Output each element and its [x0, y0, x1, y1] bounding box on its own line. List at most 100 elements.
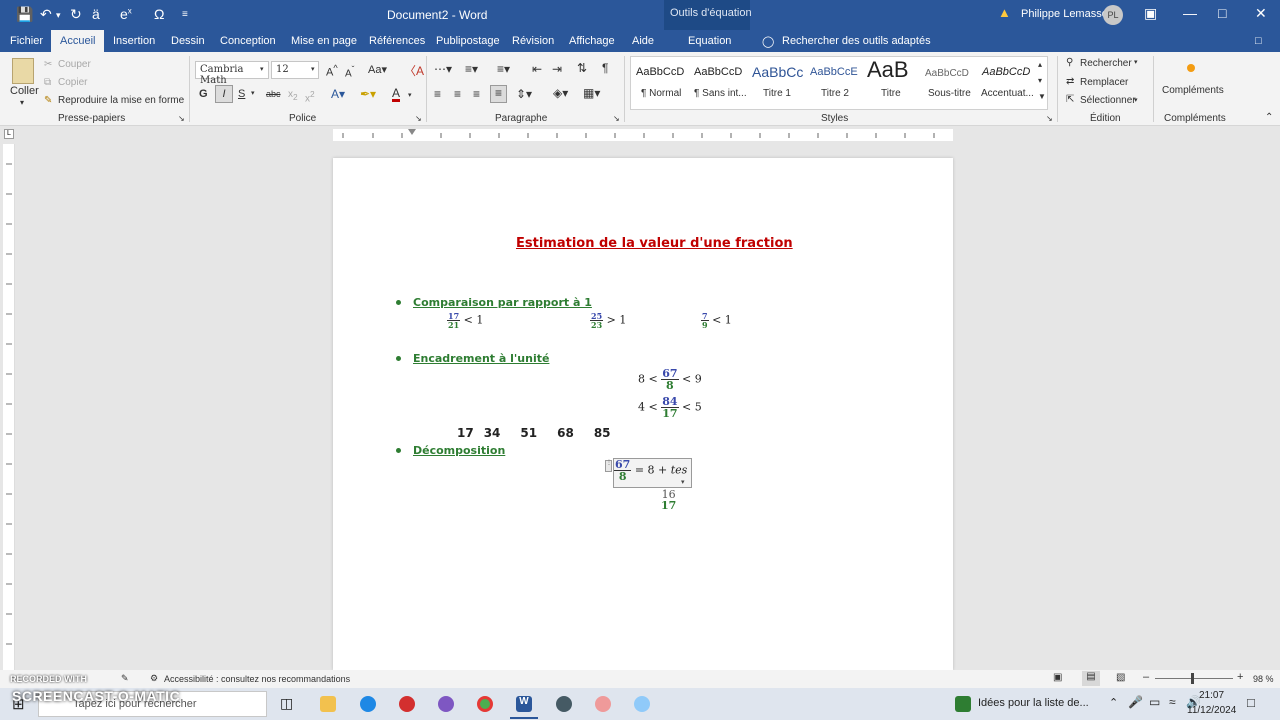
microphone-icon[interactable]: 🎤	[1128, 695, 1143, 709]
zoom-level[interactable]: 98 %	[1253, 674, 1274, 684]
justify-icon[interactable]: ≡	[490, 85, 507, 103]
zoom-out-icon[interactable]: –	[1143, 671, 1149, 683]
style-preview-title[interactable]: AaB	[867, 57, 909, 83]
word-icon[interactable]: W	[516, 696, 532, 712]
zoom-slider[interactable]	[1155, 678, 1233, 679]
align-left-icon[interactable]: ≡	[434, 87, 441, 101]
settings-app-icon[interactable]	[556, 696, 572, 712]
select-dropdown-icon[interactable]: ▾	[1134, 96, 1138, 104]
decrease-indent-icon[interactable]: ⇤	[532, 62, 542, 76]
find-dropdown-icon[interactable]: ▾	[1134, 58, 1138, 66]
minimize-icon[interactable]: —	[1183, 5, 1197, 21]
equation-typing-text[interactable]: + tes	[658, 464, 687, 477]
styles-scroll-down-icon[interactable]: ▾	[1038, 76, 1042, 85]
paste-icon[interactable]	[12, 58, 34, 84]
read-mode-icon[interactable]: ▣	[1053, 672, 1062, 683]
tray-overflow-icon[interactable]: ⌃	[1109, 696, 1118, 709]
align-center-icon[interactable]: ≡	[454, 87, 461, 101]
find-icon[interactable]: ⚲	[1066, 57, 1073, 68]
borders-icon[interactable]: ▦▾	[583, 86, 600, 100]
select-button[interactable]: Sélectionner	[1080, 95, 1136, 106]
clock-time[interactable]: 21:07	[1199, 690, 1224, 701]
underline-icon[interactable]: S	[238, 88, 245, 100]
increase-indent-icon[interactable]: ⇥	[552, 62, 562, 76]
task-view-icon[interactable]: ◫	[280, 695, 293, 712]
style-normal[interactable]: ¶ Normal	[641, 88, 681, 99]
tab-aide[interactable]: Aide	[632, 35, 654, 47]
undo-icon[interactable]: ↶	[40, 6, 52, 23]
style-title[interactable]: Titre	[881, 88, 901, 99]
maximize-icon[interactable]: □	[1218, 5, 1226, 21]
vertical-ruler[interactable]	[3, 144, 15, 670]
clipboard-launcher-icon[interactable]: ↘	[178, 114, 185, 123]
clear-formatting-icon[interactable]: 〈A	[404, 62, 424, 79]
styles-launcher-icon[interactable]: ↘	[1046, 114, 1053, 123]
paragraph-launcher-icon[interactable]: ↘	[613, 114, 620, 123]
numbering-icon[interactable]: ≡▾	[465, 62, 478, 76]
addins-icon[interactable]	[1187, 64, 1195, 72]
shrink-font-icon[interactable]: Aˇ	[345, 64, 354, 79]
style-emphasis[interactable]: Accentuat...	[981, 88, 1034, 99]
sort-icon[interactable]: ⇅	[577, 61, 587, 75]
edge-icon[interactable]	[360, 696, 376, 712]
change-case-icon[interactable]: Aa▾	[368, 63, 387, 76]
notifications-icon[interactable]: □	[1247, 695, 1255, 710]
redo-icon[interactable]: ↻	[70, 6, 82, 23]
save-icon[interactable]: 💾	[16, 6, 33, 23]
font-launcher-icon[interactable]: ↘	[415, 114, 422, 123]
subscript-icon[interactable]: x2	[288, 89, 298, 102]
multilevel-list-icon[interactable]: ≡▾	[497, 62, 510, 76]
select-icon[interactable]: ⇱	[1066, 94, 1074, 105]
exponent-icon[interactable]: ex	[120, 6, 132, 22]
app-purple-icon[interactable]	[438, 696, 454, 712]
web-layout-icon[interactable]: ▧	[1116, 672, 1125, 683]
proofing-icon[interactable]: ✎	[121, 673, 129, 684]
warning-icon[interactable]: ▲	[998, 5, 1011, 20]
customize-quick-access-icon[interactable]: ≡	[182, 9, 188, 20]
clock-date[interactable]: 11/12/2024	[1187, 705, 1236, 716]
italic-icon[interactable]: I	[215, 85, 233, 103]
news-widget-text[interactable]: Idées pour la liste de...	[978, 697, 1089, 709]
chrome-icon[interactable]	[477, 696, 493, 712]
styles-more-icon[interactable]: ▼	[1038, 92, 1046, 101]
tab-selector-icon[interactable]: L	[4, 129, 14, 139]
tab-publipostage[interactable]: Publipostage	[436, 35, 500, 47]
print-layout-icon[interactable]: ▤	[1082, 671, 1100, 686]
font-color-icon[interactable]: A	[392, 87, 401, 102]
line-spacing-icon[interactable]: ⇕▾	[516, 87, 532, 101]
style-preview-heading2[interactable]: AaBbCcE	[810, 66, 858, 78]
font-size-dropdown-icon[interactable]: ▾	[311, 65, 315, 73]
addins-button[interactable]: Compléments	[1162, 85, 1224, 96]
underline-dropdown-icon[interactable]: ▾	[251, 89, 255, 97]
highlight-icon[interactable]: ✒▾	[360, 87, 376, 101]
battery-icon[interactable]: ▭	[1149, 695, 1160, 709]
tab-references[interactable]: Références	[369, 35, 425, 47]
shading-icon[interactable]: ◈▾	[553, 86, 568, 100]
align-right-icon[interactable]: ≡	[473, 87, 480, 101]
superscript-icon[interactable]: x2	[305, 89, 315, 104]
style-heading1[interactable]: Titre 1	[763, 88, 791, 99]
font-color-dropdown-icon[interactable]: ▾	[408, 91, 412, 99]
tab-accueil[interactable]: Accueil	[51, 30, 105, 52]
style-preview-subtitle[interactable]: AaBbCcD	[925, 68, 969, 79]
find-button[interactable]: Rechercher	[1080, 58, 1132, 69]
zoom-slider-thumb[interactable]	[1191, 673, 1194, 684]
tab-mise-en-page[interactable]: Mise en page	[291, 35, 357, 47]
replace-button[interactable]: Remplacer	[1080, 77, 1128, 88]
style-preview-heading1[interactable]: AaBbCc	[752, 64, 803, 80]
tab-fichier[interactable]: Fichier	[10, 35, 43, 47]
paste-button[interactable]: Coller	[10, 85, 39, 97]
style-preview-emphasis[interactable]: AaBbCcD	[982, 66, 1030, 78]
style-preview-no-spacing[interactable]: AaBbCcD	[694, 66, 742, 78]
format-painter-icon[interactable]: ✎	[44, 95, 52, 106]
tab-equation[interactable]: Equation	[688, 35, 731, 47]
screencast-app-icon[interactable]	[634, 696, 650, 712]
file-explorer-icon[interactable]	[320, 696, 336, 712]
style-subtitle[interactable]: Sous-titre	[928, 88, 971, 99]
close-icon[interactable]: ✕	[1255, 5, 1267, 22]
grow-font-icon[interactable]: A^	[326, 63, 338, 79]
wifi-icon[interactable]: ≈	[1169, 695, 1176, 709]
text-effects-icon[interactable]: A▾	[331, 87, 345, 101]
paste-dropdown-icon[interactable]: ▾	[20, 98, 24, 107]
style-preview-normal[interactable]: AaBbCcD	[636, 66, 684, 78]
